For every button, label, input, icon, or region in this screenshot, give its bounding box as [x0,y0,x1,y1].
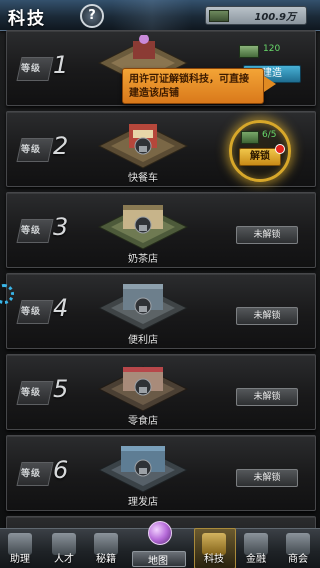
tech-list[interactable]: 等级 1 富 120 建造 等级 2 [0,30,320,528]
nav-secret-book[interactable]: 秘籍 [88,531,124,567]
nav-label: 地图 [148,556,168,567]
nav-assistant[interactable]: 助理 [2,531,38,567]
license-count: 6/5 [262,130,277,140]
level-badge-label: 等级 [21,388,42,398]
locked-button[interactable]: 未解锁 [236,226,298,244]
cash-icon [209,10,229,22]
food-truck-icon [97,123,189,169]
nav-map[interactable]: 地图 [128,521,188,568]
nav-label: 金融 [246,554,266,565]
snack-shop-icon [97,366,189,412]
nav-talent[interactable]: 人才 [46,531,82,567]
level-number: 5 [53,375,69,403]
shop-name: 理发店 [128,497,158,508]
tech-row-5: 等级 5 零食店 未解锁 [6,354,316,430]
nav-label: 秘籍 [96,554,116,565]
shop-name: 零食店 [128,416,158,427]
page-title: 科技 [8,9,46,29]
topbar-decoration [112,0,192,30]
license-icon [239,45,259,58]
license-icon [241,131,259,144]
locked-button[interactable]: 未解锁 [236,307,298,325]
money-value: 100.9万 [254,12,296,23]
tech-screen: 科技 ? 100.9万 等级 1 富 120 建造 [0,0,320,568]
locked-button[interactable]: 未解锁 [236,469,298,487]
help-button[interactable]: ? [80,4,104,28]
globe-icon [148,521,172,545]
unlock-tooltip: 用许可证解锁科技，可直接建造该店铺 [122,68,264,104]
tea-shop-icon [97,204,189,250]
nav-label: 助理 [10,554,30,565]
convenience-store-icon [97,284,189,331]
locked-button[interactable]: 未解锁 [236,388,298,406]
level-number: 6 [53,456,69,484]
nav-label: 商会 [288,554,308,565]
nav-guild[interactable]: 商会 [280,531,316,567]
level-number: 2 [53,132,69,160]
shop-name: 便利店 [128,335,158,346]
notification-dot [275,144,285,154]
level-number: 3 [53,213,69,241]
level-number: 4 [53,294,69,322]
nav-finance[interactable]: 金融 [238,531,274,567]
tooltip-arrow [264,76,276,92]
shop-name: 奶茶店 [128,254,158,265]
tech-row-6: 等级 6 理发店 未解锁 [6,435,316,511]
tech-row-4: 等级 4 便利店 未解锁 [6,273,316,349]
level-badge-label: 等级 [21,145,42,155]
level-number: 1 [53,51,69,79]
top-bar: 科技 ? 100.9万 [0,0,320,31]
nav-tech[interactable]: 科技 [194,528,236,568]
level-badge-label: 等级 [21,64,42,74]
nav-label: 科技 [204,554,224,565]
nav-label: 人才 [54,554,74,565]
level-badge-label: 等级 [21,307,42,317]
level-badge-label: 等级 [21,226,42,236]
tech-row-3: 等级 3 奶茶店 未解锁 [6,192,316,268]
bottom-nav: 助理 人才 秘籍 地图 科技 金融 商会 [0,521,320,568]
level-badge-label: 等级 [21,469,42,479]
shop-name: 快餐车 [128,173,158,184]
money-display: 100.9万 [205,6,307,25]
license-count: 120 [263,44,281,54]
barber-shop-icon [97,446,189,493]
tech-row-2: 等级 2 快餐车 6/5 解锁 [6,111,316,187]
